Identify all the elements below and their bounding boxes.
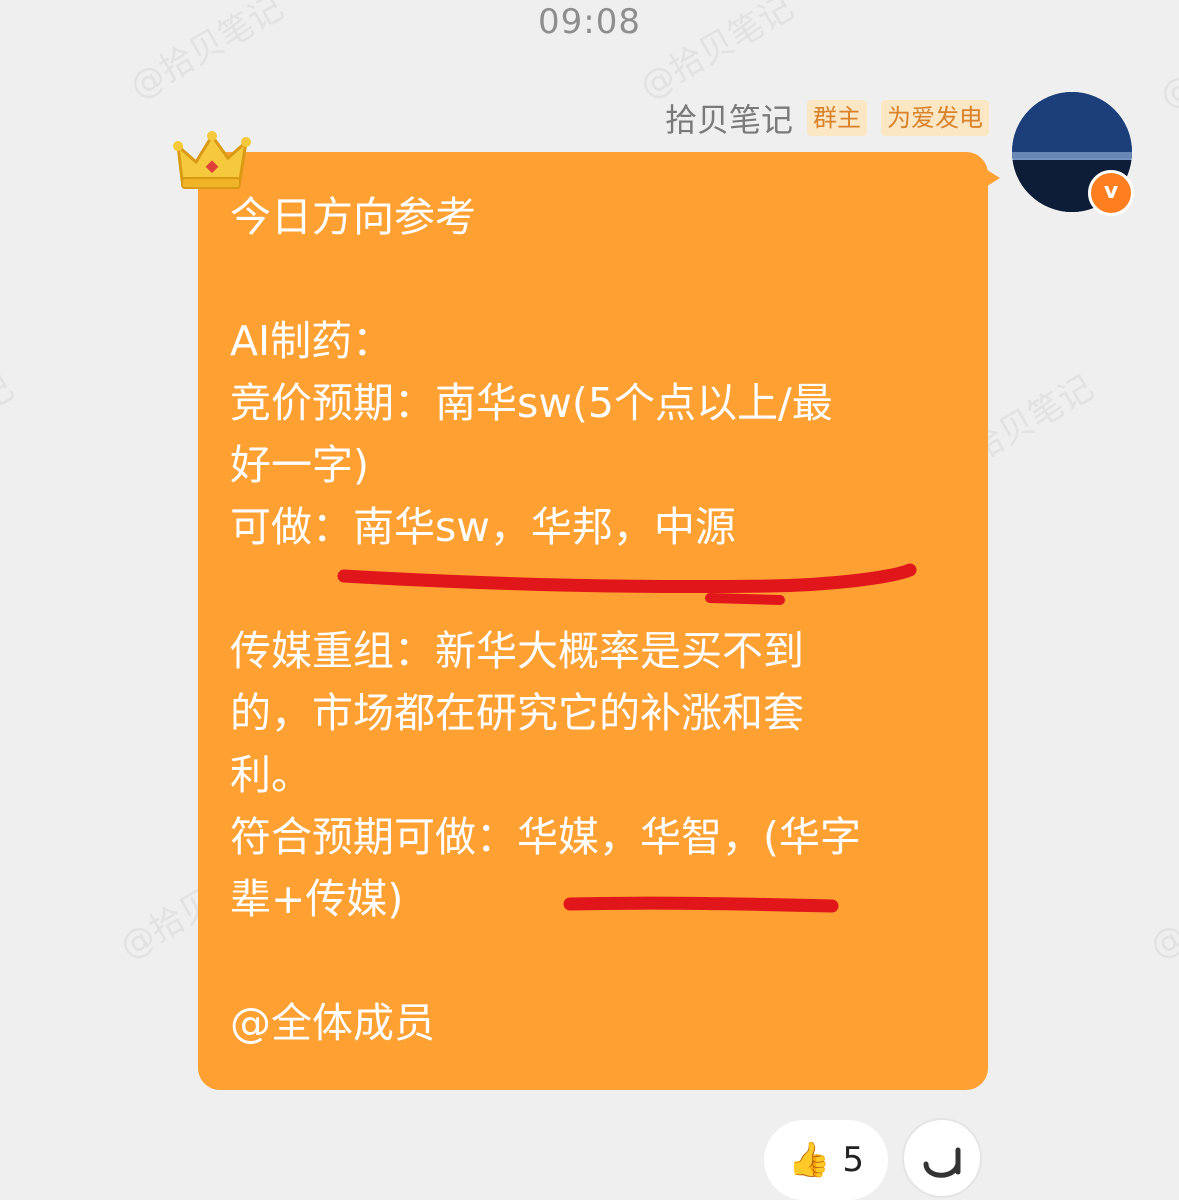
message-line [230,558,970,620]
message-line: 今日方向参考 [230,193,476,241]
message-line: 符合预期可做：华媒，华智，(华字 [230,813,861,861]
thumbs-up-icon: 👍 [788,1140,831,1180]
message-line: @全体成员 [230,999,435,1047]
message-line: AI制药： [230,317,394,365]
group-owner-tag: 群主 [807,100,867,136]
message-line: 的，市场都在研究它的补涨和套 [230,689,804,737]
add-reaction-button[interactable] [902,1118,982,1198]
message-line: 可做：南华sw，华邦，中源 [230,503,736,551]
reaction-count: 5 [842,1140,864,1180]
sender-header: 拾贝笔记 群主 为爱发电 [665,95,989,141]
fan-badge-tag: 为爱发电 [881,100,989,136]
message-line: 传媒重组：新华大概率是买不到 [230,627,804,675]
message-line: 竞价预期：南华sw(5个点以上/最 [230,379,833,427]
sender-name[interactable]: 拾贝笔记 [665,95,793,141]
message-line: 好一字) [230,441,369,489]
watermark: @拾贝笔记 [0,367,21,488]
bubble-tail [984,168,1000,188]
message-line: 辈+传媒) [230,875,404,923]
thumbs-up-reaction[interactable]: 👍 5 [764,1120,888,1200]
watermark: @拾贝笔记 [1143,847,1179,968]
message-line [230,930,970,992]
verified-icon: v [1088,170,1134,216]
message-line: 利。 [230,751,312,799]
add-reaction-icon [923,1147,961,1178]
message-line [230,248,970,310]
timestamp: 09:08 [538,2,641,42]
message-text: 今日方向参考 AI制药： 竞价预期：南华sw(5个点以上/最 好一字) 可做：南… [230,186,970,1054]
crown-icon [173,131,251,189]
